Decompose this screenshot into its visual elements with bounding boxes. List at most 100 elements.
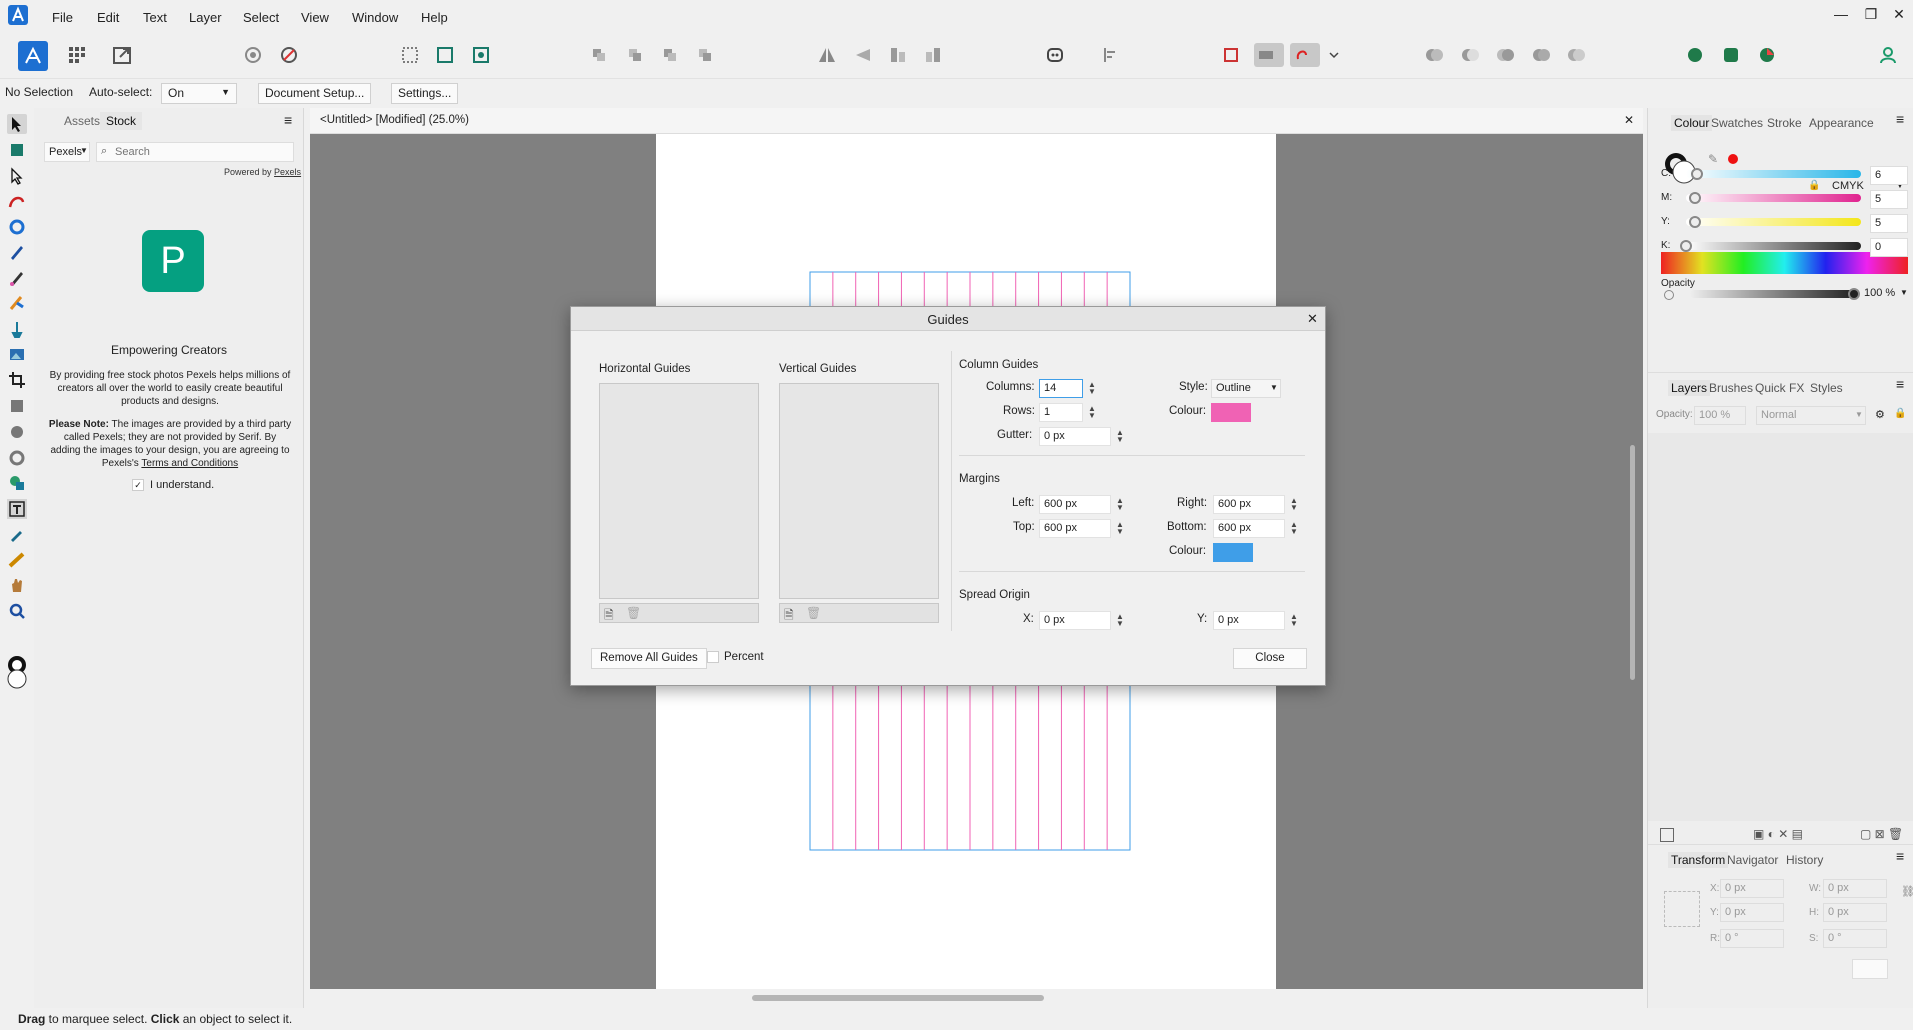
tab-brushes[interactable]: Brushes xyxy=(1709,381,1753,395)
artboard-tool-icon[interactable] xyxy=(7,140,27,160)
pixel-persona-icon[interactable] xyxy=(65,43,89,67)
pexels-link[interactable]: Pexels xyxy=(274,167,301,177)
close-document-icon[interactable]: ✕ xyxy=(1624,113,1634,127)
gutter-input[interactable]: 0 px xyxy=(1039,427,1111,446)
close-window-button[interactable]: ✕ xyxy=(1888,6,1910,26)
margin-right-stepper[interactable]: ▲ ▼ xyxy=(1289,497,1299,513)
menu-select[interactable]: Select xyxy=(243,10,279,25)
close-button[interactable]: Close xyxy=(1233,648,1307,669)
vertical-scrollbar[interactable] xyxy=(1629,140,1637,980)
pencil-tool-icon[interactable] xyxy=(7,268,27,288)
insert-inside-icon[interactable] xyxy=(1254,43,1284,67)
margin-top-input[interactable]: 600 px xyxy=(1039,519,1111,538)
crop-tool-icon[interactable] xyxy=(7,370,27,390)
w-field[interactable]: 0 px xyxy=(1823,879,1887,898)
channel-slider[interactable] xyxy=(1686,218,1861,226)
bleed-icon[interactable] xyxy=(433,43,457,67)
boolean-divide-icon[interactable] xyxy=(1564,43,1588,67)
rows-input[interactable]: 1 xyxy=(1039,403,1083,422)
rotate-left-icon[interactable] xyxy=(886,43,910,67)
origin-x-input[interactable]: 0 px xyxy=(1039,611,1111,630)
style-dropdown[interactable]: Outline ▼ xyxy=(1211,379,1281,398)
s-field[interactable]: 0 ° xyxy=(1823,929,1887,948)
margin-left-input[interactable]: 600 px xyxy=(1039,495,1111,514)
add-horizontal-guide-icon[interactable]: 🗎 xyxy=(604,606,614,627)
channel-value[interactable]: 0 xyxy=(1870,238,1908,257)
tab-stroke[interactable]: Stroke xyxy=(1767,116,1802,130)
designer-persona-button[interactable] xyxy=(18,41,48,71)
color-picker-tool-icon[interactable] xyxy=(7,524,27,544)
panel-menu-icon[interactable]: ≡ xyxy=(284,112,292,128)
margin-top-stepper[interactable]: ▲ ▼ xyxy=(1115,521,1125,537)
terms-link[interactable]: Terms and Conditions xyxy=(141,458,238,469)
channel-slider-knob[interactable] xyxy=(1688,216,1701,228)
studio-link-2-icon[interactable] xyxy=(1719,43,1743,67)
margin-right-input[interactable]: 600 px xyxy=(1213,495,1285,514)
menu-edit[interactable]: Edit xyxy=(97,10,119,25)
eyedropper-icon[interactable]: ✎ xyxy=(1708,152,1718,166)
search-input[interactable] xyxy=(115,145,285,159)
margin-bottom-input[interactable]: 600 px xyxy=(1213,519,1285,538)
h-field[interactable]: 0 px xyxy=(1823,903,1887,922)
r-field[interactable]: 0 ° xyxy=(1720,929,1784,948)
columns-input[interactable]: 14 xyxy=(1039,379,1083,398)
stock-source-dropdown[interactable]: Pexels ▼ xyxy=(44,142,90,162)
percent-checkbox[interactable] xyxy=(707,651,719,663)
rectangle-tool-icon[interactable] xyxy=(7,396,27,416)
settings-button[interactable]: Settings... xyxy=(391,83,459,104)
text-tool-icon[interactable] xyxy=(7,499,27,519)
studio-link-icon[interactable] xyxy=(1683,43,1707,67)
menu-text[interactable]: Text xyxy=(143,10,167,25)
horizontal-scrollbar[interactable] xyxy=(310,992,1643,1004)
channel-value[interactable]: 5 xyxy=(1870,214,1908,233)
vector-brush-tool-icon[interactable] xyxy=(7,293,27,313)
insert-target-icon[interactable] xyxy=(1219,43,1243,67)
donut-tool-icon[interactable] xyxy=(7,448,27,468)
margin-bottom-stepper[interactable]: ▲ ▼ xyxy=(1289,521,1299,537)
insert-behind-icon[interactable] xyxy=(1290,43,1320,67)
place-image-tool-icon[interactable] xyxy=(7,344,27,364)
link-ratio-icon[interactable]: ⛓ xyxy=(1901,885,1913,898)
understand-checkbox[interactable]: ✓ xyxy=(132,479,144,491)
delete-horizontal-guide-icon[interactable]: 🗑 xyxy=(626,606,641,620)
tab-styles[interactable]: Styles xyxy=(1810,381,1843,395)
layer-lock-icon[interactable]: 🔒 xyxy=(1894,408,1906,419)
rotate-right-icon[interactable] xyxy=(921,43,945,67)
move-tool-icon[interactable] xyxy=(7,114,27,134)
opacity-slider-knob[interactable] xyxy=(1848,288,1860,300)
node-tool-icon[interactable] xyxy=(7,166,27,186)
tab-quick-fx[interactable]: Quick FX xyxy=(1755,381,1804,395)
arrange-back-icon[interactable] xyxy=(587,43,611,67)
guides-icon[interactable] xyxy=(469,43,493,67)
remove-all-guides-button[interactable]: Remove All Guides xyxy=(591,648,707,669)
horizontal-scroll-thumb[interactable] xyxy=(752,995,1044,1001)
channel-slider-knob[interactable] xyxy=(1688,192,1701,204)
rows-stepper[interactable]: ▲ ▼ xyxy=(1087,405,1097,421)
account-user-icon[interactable] xyxy=(1876,43,1900,67)
tab-colour[interactable]: Colour xyxy=(1671,115,1713,131)
dialog-close-icon[interactable]: ✕ xyxy=(1307,311,1318,327)
lock-icon[interactable]: 🔒 xyxy=(1808,180,1820,191)
layers-list[interactable] xyxy=(1648,433,1913,821)
opacity-value[interactable]: 100 % ▼ xyxy=(1860,285,1908,304)
studio-link-3-icon[interactable] xyxy=(1755,43,1779,67)
layer-add-delete-icons[interactable]: ▢ ⊠ 🗑 xyxy=(1860,827,1903,841)
delete-vertical-guide-icon[interactable]: 🗑 xyxy=(806,606,821,620)
maximize-button[interactable]: ❐ xyxy=(1860,6,1882,26)
layer-settings-gear-icon[interactable]: ⚙ xyxy=(1875,408,1885,421)
hand-tool-icon[interactable] xyxy=(7,575,27,595)
ellipse-tool-icon[interactable] xyxy=(7,422,27,442)
menu-window[interactable]: Window xyxy=(352,10,398,25)
zoom-tool-icon[interactable] xyxy=(7,601,27,621)
menu-file[interactable]: File xyxy=(52,10,73,25)
menu-help[interactable]: Help xyxy=(421,10,448,25)
tab-swatches[interactable]: Swatches xyxy=(1711,116,1763,130)
panel-menu-icon[interactable]: ≡ xyxy=(1896,111,1904,127)
minimize-button[interactable]: — xyxy=(1830,6,1852,26)
tab-transform[interactable]: Transform xyxy=(1668,852,1729,868)
align-icon[interactable] xyxy=(1099,43,1123,67)
document-tab[interactable]: <Untitled> [Modified] (25.0%) ✕ xyxy=(310,108,1643,134)
flip-vertical-icon[interactable] xyxy=(851,43,875,67)
gutter-stepper[interactable]: ▲ ▼ xyxy=(1115,429,1125,445)
snapping-icon[interactable] xyxy=(277,43,301,67)
